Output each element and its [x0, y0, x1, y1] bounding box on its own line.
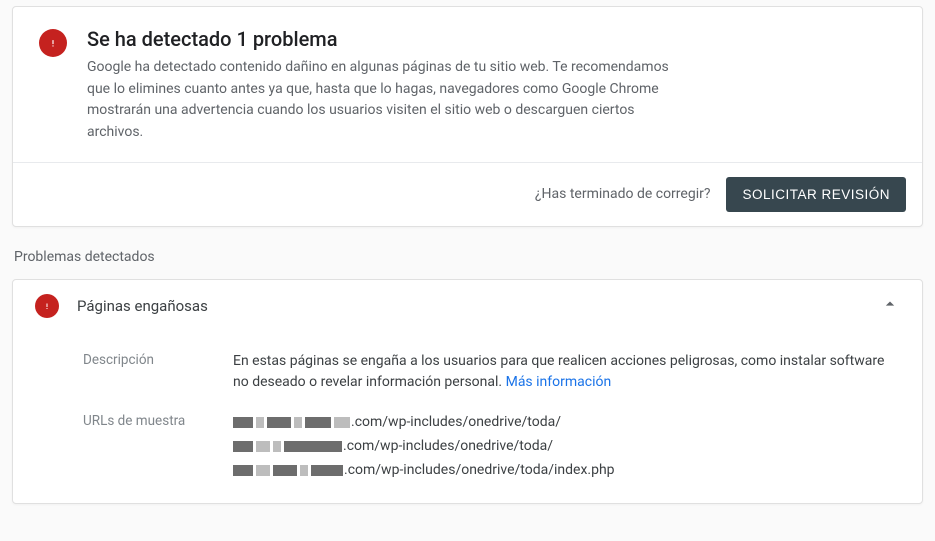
- urls-label: URLs de muestra: [83, 412, 233, 483]
- url-path: .com/wp-includes/onedrive/toda/index.php: [344, 460, 615, 482]
- url-path: .com/wp-includes/onedrive/toda/: [351, 412, 561, 434]
- sample-url-1: .com/wp-includes/onedrive/toda/: [233, 412, 894, 434]
- problem-panel-title: Páginas engañosas: [77, 297, 880, 315]
- detected-problems-label: Problemas detectados: [14, 249, 923, 265]
- redacted-domain: [233, 441, 342, 452]
- description-row: Descripción En estas páginas se engaña a…: [83, 351, 894, 394]
- problem-panel-header[interactable]: Páginas engañosas: [13, 280, 922, 333]
- review-prompt: ¿Has terminado de corregir?: [535, 186, 711, 202]
- alert-icon: [35, 294, 59, 318]
- url-path: .com/wp-includes/onedrive/toda/: [343, 436, 553, 458]
- description-value: En estas páginas se engaña a los usuario…: [233, 351, 894, 394]
- redacted-domain: [233, 417, 350, 428]
- issue-card-header: Se ha detectado 1 problema Google ha det…: [13, 7, 922, 162]
- problem-panel-body: Descripción En estas páginas se engaña a…: [13, 333, 922, 503]
- problem-panel: Páginas engañosas Descripción En estas p…: [12, 279, 923, 504]
- sample-url-3: .com/wp-includes/onedrive/toda/index.php: [233, 460, 894, 482]
- issue-card-footer: ¿Has terminado de corregir? SOLICITAR RE…: [13, 162, 922, 226]
- more-info-link[interactable]: Más información: [506, 374, 612, 390]
- sample-url-2: .com/wp-includes/onedrive/toda/: [233, 436, 894, 458]
- description-label: Descripción: [83, 351, 233, 394]
- issue-title: Se ha detectado 1 problema: [87, 27, 677, 51]
- issue-card: Se ha detectado 1 problema Google ha det…: [12, 6, 923, 227]
- issue-description: Google ha detectado contenido dañino en …: [87, 57, 677, 144]
- urls-value: .com/wp-includes/onedrive/toda/ .com/wp-…: [233, 412, 894, 483]
- redacted-domain: [233, 465, 343, 476]
- issue-header-text: Se ha detectado 1 problema Google ha det…: [87, 27, 677, 144]
- chevron-up-icon: [880, 294, 900, 319]
- alert-icon: [39, 29, 67, 57]
- urls-row: URLs de muestra .com/wp-includes/onedriv…: [83, 412, 894, 483]
- request-review-button[interactable]: SOLICITAR REVISIÓN: [726, 177, 906, 212]
